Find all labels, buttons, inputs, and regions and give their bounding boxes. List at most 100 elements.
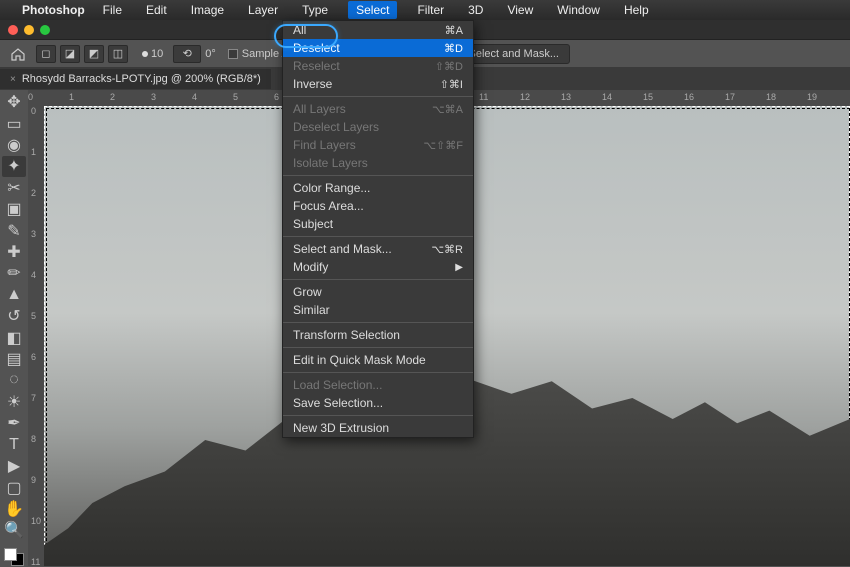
brush-preview-icon: [142, 51, 148, 57]
menu-file[interactable]: File: [99, 1, 126, 19]
tool-panel: ✥▭◉✦✂▣✎✚✏▲↺◧▤◌☀✒T▶▢✋🔍: [0, 90, 28, 566]
menu-item-new-3d-extrusion[interactable]: New 3D Extrusion: [283, 419, 473, 437]
brush-tool[interactable]: ✏: [2, 263, 26, 283]
ruler-tick: 19: [807, 92, 817, 102]
angle-value: 0°: [205, 48, 216, 60]
ruler-tick: 16: [684, 92, 694, 102]
menu-item-label: Inverse: [293, 77, 332, 91]
ruler-tick: 4: [192, 92, 197, 102]
document-tab[interactable]: × Rhosydd Barracks-LPOTY.jpg @ 200% (RGB…: [0, 69, 271, 89]
select-and-mask-button[interactable]: Select and Mask...: [458, 44, 571, 64]
menu-item-color-range[interactable]: Color Range...: [283, 179, 473, 197]
eraser-tool[interactable]: ◧: [2, 327, 26, 347]
menu-shortcut: ⌥⌘A: [432, 103, 463, 116]
menu-layer[interactable]: Layer: [244, 1, 282, 19]
menu-window[interactable]: Window: [553, 1, 604, 19]
sample-all-checkbox[interactable]: [228, 49, 238, 59]
ruler-tick: 4: [31, 270, 36, 280]
dodge-tool[interactable]: ☀: [2, 392, 26, 412]
menu-item-similar[interactable]: Similar: [283, 301, 473, 319]
menu-type[interactable]: Type: [298, 1, 332, 19]
menu-filter[interactable]: Filter: [413, 1, 448, 19]
marquee-tool[interactable]: ▭: [2, 113, 26, 133]
eyedropper-tool[interactable]: ✎: [2, 220, 26, 240]
menu-item-transform-selection[interactable]: Transform Selection: [283, 326, 473, 344]
menu-separator: [283, 347, 473, 348]
ruler-tick: 13: [561, 92, 571, 102]
history-brush-tool[interactable]: ↺: [2, 306, 26, 326]
menu-item-all[interactable]: All⌘A: [283, 21, 473, 39]
menu-item-edit-in-quick-mask-mode[interactable]: Edit in Quick Mask Mode: [283, 351, 473, 369]
ruler-tick: 10: [31, 516, 41, 526]
menu-item-find-layers: Find Layers⌥⇧⌘F: [283, 136, 473, 154]
ruler-tick: 8: [31, 434, 36, 444]
menu-item-subject[interactable]: Subject: [283, 215, 473, 233]
menu-item-label: Grow: [293, 285, 322, 299]
menu-edit[interactable]: Edit: [142, 1, 171, 19]
color-swatch[interactable]: [4, 548, 24, 567]
menu-view[interactable]: View: [503, 1, 537, 19]
intersect-selection-icon[interactable]: ◫: [108, 45, 128, 63]
path-select-tool[interactable]: ▶: [2, 456, 26, 476]
ruler-tick: 1: [31, 147, 36, 157]
menu-item-grow[interactable]: Grow: [283, 283, 473, 301]
frame-tool[interactable]: ▣: [2, 199, 26, 219]
home-icon[interactable]: [10, 47, 26, 61]
menu-item-modify[interactable]: Modify▶: [283, 258, 473, 276]
new-selection-icon[interactable]: ◻: [36, 45, 56, 63]
blur-tool[interactable]: ◌: [2, 370, 26, 390]
menu-item-label: New 3D Extrusion: [293, 421, 389, 435]
menu-item-label: Similar: [293, 303, 330, 317]
ruler-tick: 3: [31, 229, 36, 239]
zoom-tool[interactable]: 🔍: [2, 520, 26, 540]
lasso-tool[interactable]: ◉: [2, 135, 26, 155]
menu-item-deselect[interactable]: Deselect⌘D: [283, 39, 473, 57]
shape-tool[interactable]: ▢: [2, 477, 26, 497]
gradient-tool[interactable]: ▤: [2, 349, 26, 369]
menu-item-label: Edit in Quick Mask Mode: [293, 353, 426, 367]
app-name[interactable]: Photoshop: [22, 3, 85, 17]
menu-help[interactable]: Help: [620, 1, 653, 19]
menu-shortcut: ⌘D: [444, 42, 463, 55]
menu-select[interactable]: Select: [348, 1, 397, 19]
brush-preset[interactable]: 10: [142, 48, 163, 60]
menu-item-label: Transform Selection: [293, 328, 400, 342]
select-menu-dropdown: All⌘ADeselect⌘DReselect⇧⌘DInverse⇧⌘IAll …: [282, 20, 474, 438]
hand-tool[interactable]: ✋: [2, 499, 26, 519]
menu-item-inverse[interactable]: Inverse⇧⌘I: [283, 75, 473, 93]
menu-separator: [283, 279, 473, 280]
menu-item-label: Load Selection...: [293, 378, 382, 392]
menu-item-save-selection[interactable]: Save Selection...: [283, 394, 473, 412]
submenu-arrow-icon: ▶: [455, 262, 463, 273]
type-tool[interactable]: T: [2, 435, 26, 455]
subtract-selection-icon[interactable]: ◩: [84, 45, 104, 63]
document-title: Rhosydd Barracks-LPOTY.jpg @ 200% (RGB/8…: [22, 73, 261, 85]
menu-item-all-layers: All Layers⌥⌘A: [283, 100, 473, 118]
close-tab-icon[interactable]: ×: [10, 74, 16, 85]
add-selection-icon[interactable]: ◪: [60, 45, 80, 63]
menu-image[interactable]: Image: [187, 1, 228, 19]
angle-icon[interactable]: ⟲: [173, 45, 201, 63]
move-tool[interactable]: ✥: [2, 92, 26, 112]
clone-stamp-tool[interactable]: ▲: [2, 285, 26, 305]
menu-item-deselect-layers: Deselect Layers: [283, 118, 473, 136]
menu-item-focus-area[interactable]: Focus Area...: [283, 197, 473, 215]
crop-tool[interactable]: ✂: [2, 178, 26, 198]
ruler-tick: 1: [69, 92, 74, 102]
menu-item-isolate-layers: Isolate Layers: [283, 154, 473, 172]
healing-brush-tool[interactable]: ✚: [2, 242, 26, 262]
minimize-window-icon[interactable]: [24, 25, 34, 35]
quick-select-tool[interactable]: ✦: [2, 156, 26, 176]
close-window-icon[interactable]: [8, 25, 18, 35]
menu-separator: [283, 96, 473, 97]
ruler-tick: 11: [479, 92, 488, 102]
menu-item-select-and-mask[interactable]: Select and Mask...⌥⌘R: [283, 240, 473, 258]
pen-tool[interactable]: ✒: [2, 413, 26, 433]
menu-3d[interactable]: 3D: [464, 1, 487, 19]
ruler-tick: 0: [31, 106, 36, 116]
menu-separator: [283, 322, 473, 323]
ruler-tick: 9: [31, 475, 36, 485]
menu-separator: [283, 175, 473, 176]
maximize-window-icon[interactable]: [40, 25, 50, 35]
ruler-tick: 7: [31, 393, 36, 403]
